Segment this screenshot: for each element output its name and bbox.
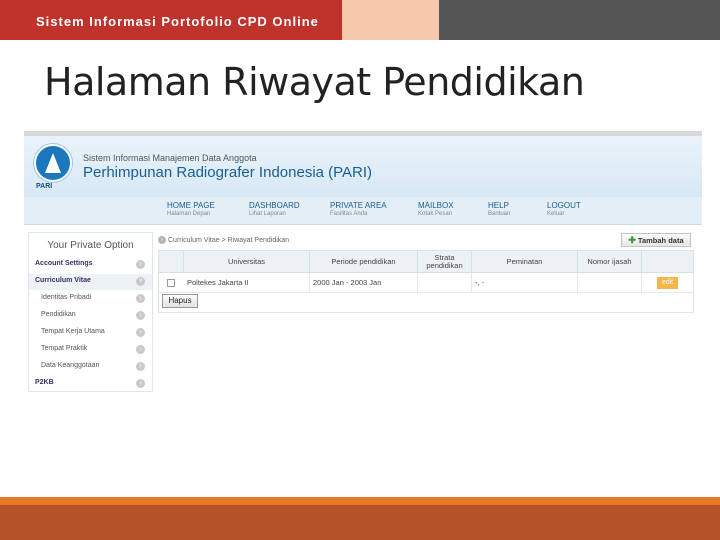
main-nav: HOME PAGE Halaman Depan DASHBOARD Lihat … (24, 197, 702, 225)
nav-label: LOGOUT (547, 201, 581, 210)
nav-logout[interactable]: LOGOUT Keluar (547, 201, 581, 217)
cell-universitas: Poltekes Jakarta II (184, 273, 310, 293)
sidebar-item-label: Pendidikan (41, 311, 76, 318)
header-action-cell (642, 251, 693, 273)
sidebar-item-tempat-kerja-utama[interactable]: Tempat Kerja Utama › (29, 325, 152, 341)
sidebar-item-p2kb[interactable]: P2KB › (29, 376, 152, 392)
site-header: PARI Sistem Informasi Manajemen Data Ang… (24, 136, 702, 197)
slide-header-text: Sistem Informasi Portofolio CPD Online (36, 14, 319, 29)
sidebar-item-label: Curriculum Vitae (35, 277, 91, 284)
header-checkbox-cell (159, 251, 184, 273)
sidebar-item-data-keanggotaan[interactable]: Data Keanggotaan › (29, 359, 152, 375)
sidebar-item-curriculum-vitae[interactable]: Curriculum Vitae ˅ (29, 274, 152, 290)
row-checkbox[interactable] (167, 279, 175, 287)
sidebar-item-account-settings[interactable]: Account Settings › (29, 257, 152, 273)
column-header: Periode pendidikan (310, 251, 418, 273)
nav-sublabel: Lihat Laporan (249, 211, 286, 217)
breadcrumb: › Curriculum Vitae > Riwayat Pendidikan (158, 236, 289, 244)
footer-orange-stripe (0, 497, 720, 505)
add-data-label: Tambah data (637, 236, 684, 245)
chevron-right-icon: › (136, 345, 145, 354)
sidebar-item-label: Account Settings (35, 260, 93, 267)
nav-dashboard[interactable]: DASHBOARD Lihat Laporan (249, 201, 300, 217)
sidebar-item-label: Data Keanggotaan (41, 362, 100, 369)
sidebar-item-tempat-praktik[interactable]: Tempat Praktik › (29, 342, 152, 358)
column-header: Strata pendidikan (418, 251, 472, 273)
nav-sublabel: Fasilitas Anda (330, 211, 368, 217)
logo-emblem-icon (45, 153, 61, 173)
nav-label: DASHBOARD (249, 201, 300, 210)
sidebar-item-label: Tempat Praktik (41, 345, 88, 352)
plus-icon: ✚ (628, 235, 636, 245)
edit-button[interactable]: edit (657, 277, 678, 289)
nav-help[interactable]: HELP Bantuan (488, 201, 510, 217)
slide-title: Halaman Riwayat Pendidikan (44, 60, 585, 104)
column-header: Nomor ijasah (578, 251, 642, 273)
chevron-right-icon: › (136, 260, 145, 269)
site-subtitle: Sistem Informasi Manajemen Data Anggota (83, 153, 257, 163)
column-header: Peminatan (472, 251, 578, 273)
add-data-button[interactable]: ✚ Tambah data (621, 233, 691, 247)
sidebar-item-pendidikan[interactable]: Pendidikan › (29, 308, 152, 324)
chevron-right-icon: › (136, 379, 145, 388)
header-band-red: Sistem Informasi Portofolio CPD Online (0, 0, 342, 40)
header-band-gray (439, 0, 720, 40)
breadcrumb-arrow-icon: › (158, 236, 166, 244)
chevron-right-icon: › (136, 328, 145, 337)
nav-label: HELP (488, 201, 509, 210)
sidebar-item-label: P2KB (35, 379, 54, 386)
pari-logo-icon[interactable] (34, 144, 72, 182)
chevron-right-icon: › (136, 294, 145, 303)
column-header: Universitas (184, 251, 310, 273)
nav-label: HOME PAGE (167, 201, 215, 210)
table-row: Poltekes Jakarta II 2000 Jan - 2003 Jan … (159, 273, 693, 293)
sidebar-item-label: Identitas Pribadi (41, 294, 92, 301)
chevron-right-icon: › (136, 362, 145, 371)
nav-mailbox[interactable]: MAILBOX Kotak Pesan (418, 201, 454, 217)
nav-sublabel: Kotak Pesan (418, 211, 453, 217)
nav-label: PRIVATE AREA (330, 201, 387, 210)
nav-sublabel: Halaman Depan (167, 211, 211, 217)
footer-rust-band (0, 505, 720, 540)
chevron-down-icon: ˅ (136, 277, 145, 286)
breadcrumb-text[interactable]: Curriculum Vitae > Riwayat Pendidikan (168, 237, 289, 244)
app-screenshot: PARI Sistem Informasi Manajemen Data Ang… (24, 131, 702, 401)
org-name: Perhimpunan Radiografer Indonesia (PARI) (83, 164, 373, 181)
nav-sublabel: Bantuan (488, 211, 511, 217)
sidebar-item-label: Tempat Kerja Utama (41, 328, 105, 335)
delete-button[interactable]: Hapus (162, 294, 198, 308)
cell-peminatan: -, - (472, 273, 578, 293)
nav-label: MAILBOX (418, 201, 454, 210)
education-table: Universitas Periode pendidikan Strata pe… (158, 250, 694, 313)
cell-strata (418, 273, 472, 293)
header-band-peach (342, 0, 439, 40)
nav-home-page[interactable]: HOME PAGE Halaman Depan (167, 201, 215, 217)
nav-private-area[interactable]: PRIVATE AREA Fasilitas Anda (330, 201, 387, 217)
logo-text: PARI (36, 183, 53, 190)
cell-nomor-ijasah (578, 273, 642, 293)
nav-sublabel: Keluar (547, 211, 565, 217)
table-header-row: Universitas Periode pendidikan Strata pe… (159, 251, 693, 273)
cell-periode: 2000 Jan - 2003 Jan (310, 273, 418, 293)
private-options-sidebar: Your Private Option Account Settings › C… (28, 232, 153, 392)
sidebar-title: Your Private Option (47, 240, 134, 251)
sidebar-item-identitas-pribadi[interactable]: Identitas Pribadi › (29, 291, 152, 307)
chevron-right-icon: › (136, 311, 145, 320)
